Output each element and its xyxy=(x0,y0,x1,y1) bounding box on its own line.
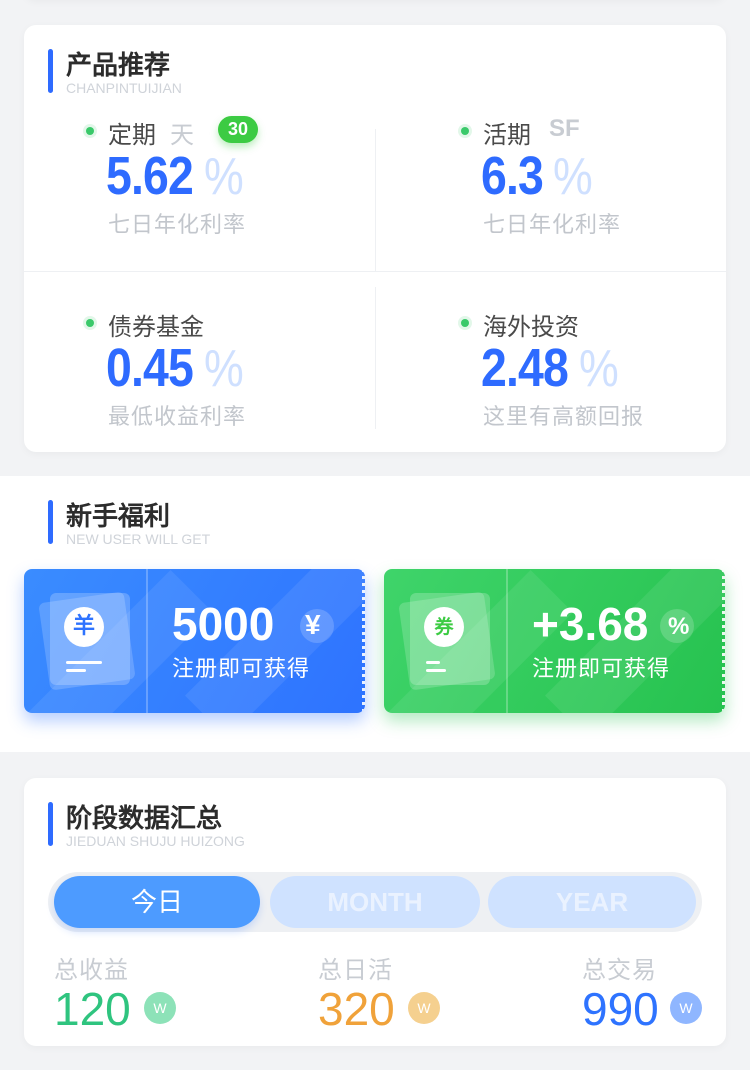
percent-sign: % xyxy=(553,148,593,206)
new-user-welfare-section: 新手福利 NEW USER WILL GET 羊 5000 ¥ 注册即可获得 券… xyxy=(0,476,750,752)
section-title: 新手福利 xyxy=(66,502,171,532)
stat-value: 320 xyxy=(318,983,395,1035)
section-title: 阶段数据汇总 xyxy=(66,804,223,834)
coupon-rate-boost[interactable]: 券 +3.68 % 注册即可获得 xyxy=(384,569,725,713)
stage-stats-card: 阶段数据汇总 JIEDUAN SHUJU HUIZONG 今日 MONTH YE… xyxy=(24,778,726,1046)
wallet-line xyxy=(426,669,446,672)
unit-w-badge: W xyxy=(670,992,702,1024)
section-accent-bar xyxy=(48,802,53,846)
coupon-unit: ¥ xyxy=(305,609,321,640)
stat-daily-active: 总日活 320 W xyxy=(318,950,440,1035)
coupon-divider xyxy=(506,569,508,713)
period-tabs: 今日 MONTH YEAR xyxy=(48,872,702,932)
product-item-overseas[interactable]: 海外投资 2.48 % 这里有高额回报 xyxy=(461,307,711,437)
product-item-current[interactable]: 活期 SF 6.3 % 七日年化利率 xyxy=(461,115,711,245)
product-rate: 5.62 xyxy=(106,146,194,206)
status-dot xyxy=(86,319,94,327)
coupon-amount: +3.68 xyxy=(532,598,649,650)
product-recommend-card: 产品推荐 CHANPINTUIJIAN 定期 天 30 5.62 % 七日年化利… xyxy=(24,25,726,452)
section-subtitle: NEW USER WILL GET xyxy=(66,531,211,547)
yen-coin-icon: 羊 xyxy=(64,607,104,647)
stat-value: 990 xyxy=(582,983,659,1035)
product-rate: 6.3 xyxy=(481,146,544,206)
divider-horizontal xyxy=(24,271,726,272)
product-tag: SF xyxy=(549,115,580,142)
product-desc: 七日年化利率 xyxy=(108,213,247,238)
stat-total-income: 总收益 120 W xyxy=(54,950,176,1035)
product-rate: 0.45 xyxy=(106,338,194,398)
coupon-cash[interactable]: 羊 5000 ¥ 注册即可获得 xyxy=(24,569,365,713)
days-badge: 30 xyxy=(218,116,259,143)
coupon-coin-icon: 券 xyxy=(424,607,464,647)
coupon-divider xyxy=(146,569,148,713)
status-dot xyxy=(461,127,469,135)
percent-sign: % xyxy=(579,340,619,398)
coupon-amount: 5000 xyxy=(172,598,275,650)
coupon-desc: 注册即可获得 xyxy=(532,657,671,682)
section-subtitle: JIEDUAN SHUJU HUIZONG xyxy=(66,833,245,849)
percent-sign: % xyxy=(204,340,244,398)
section-accent-bar xyxy=(48,500,53,544)
product-item-fixed[interactable]: 定期 天 30 5.62 % 七日年化利率 xyxy=(86,115,366,245)
section-accent-bar xyxy=(48,49,53,93)
stat-label: 总日活 xyxy=(318,956,393,984)
unit-w-badge: W xyxy=(144,992,176,1024)
wallet-line xyxy=(66,661,102,664)
tab-today[interactable]: 今日 xyxy=(54,876,260,928)
perforation-edge xyxy=(722,569,725,713)
wallet-line xyxy=(66,669,86,672)
product-rate: 2.48 xyxy=(481,338,569,398)
status-dot xyxy=(86,127,94,135)
product-desc: 七日年化利率 xyxy=(483,213,622,238)
product-item-bond-fund[interactable]: 债券基金 0.45 % 最低收益利率 xyxy=(86,307,366,437)
perforation-edge xyxy=(362,569,365,713)
product-desc: 最低收益利率 xyxy=(108,405,247,430)
unit-w-badge: W xyxy=(408,992,440,1024)
section-subtitle: CHANPINTUIJIAN xyxy=(66,80,182,96)
coupon-unit: % xyxy=(668,613,690,640)
status-dot xyxy=(461,319,469,327)
tab-year[interactable]: YEAR xyxy=(488,876,696,928)
tab-month[interactable]: MONTH xyxy=(270,876,480,928)
coupon-desc: 注册即可获得 xyxy=(172,657,311,682)
stat-total-trade: 总交易 990 W xyxy=(582,950,702,1035)
divider-vertical xyxy=(375,129,376,271)
divider-vertical xyxy=(375,287,376,429)
stat-label: 总交易 xyxy=(582,956,657,984)
stat-label: 总收益 xyxy=(54,956,129,984)
product-desc: 这里有高额回报 xyxy=(483,405,645,430)
section-title: 产品推荐 xyxy=(66,51,171,81)
stat-value: 120 xyxy=(54,983,131,1035)
percent-sign: % xyxy=(204,148,244,206)
wallet-line xyxy=(426,661,440,664)
